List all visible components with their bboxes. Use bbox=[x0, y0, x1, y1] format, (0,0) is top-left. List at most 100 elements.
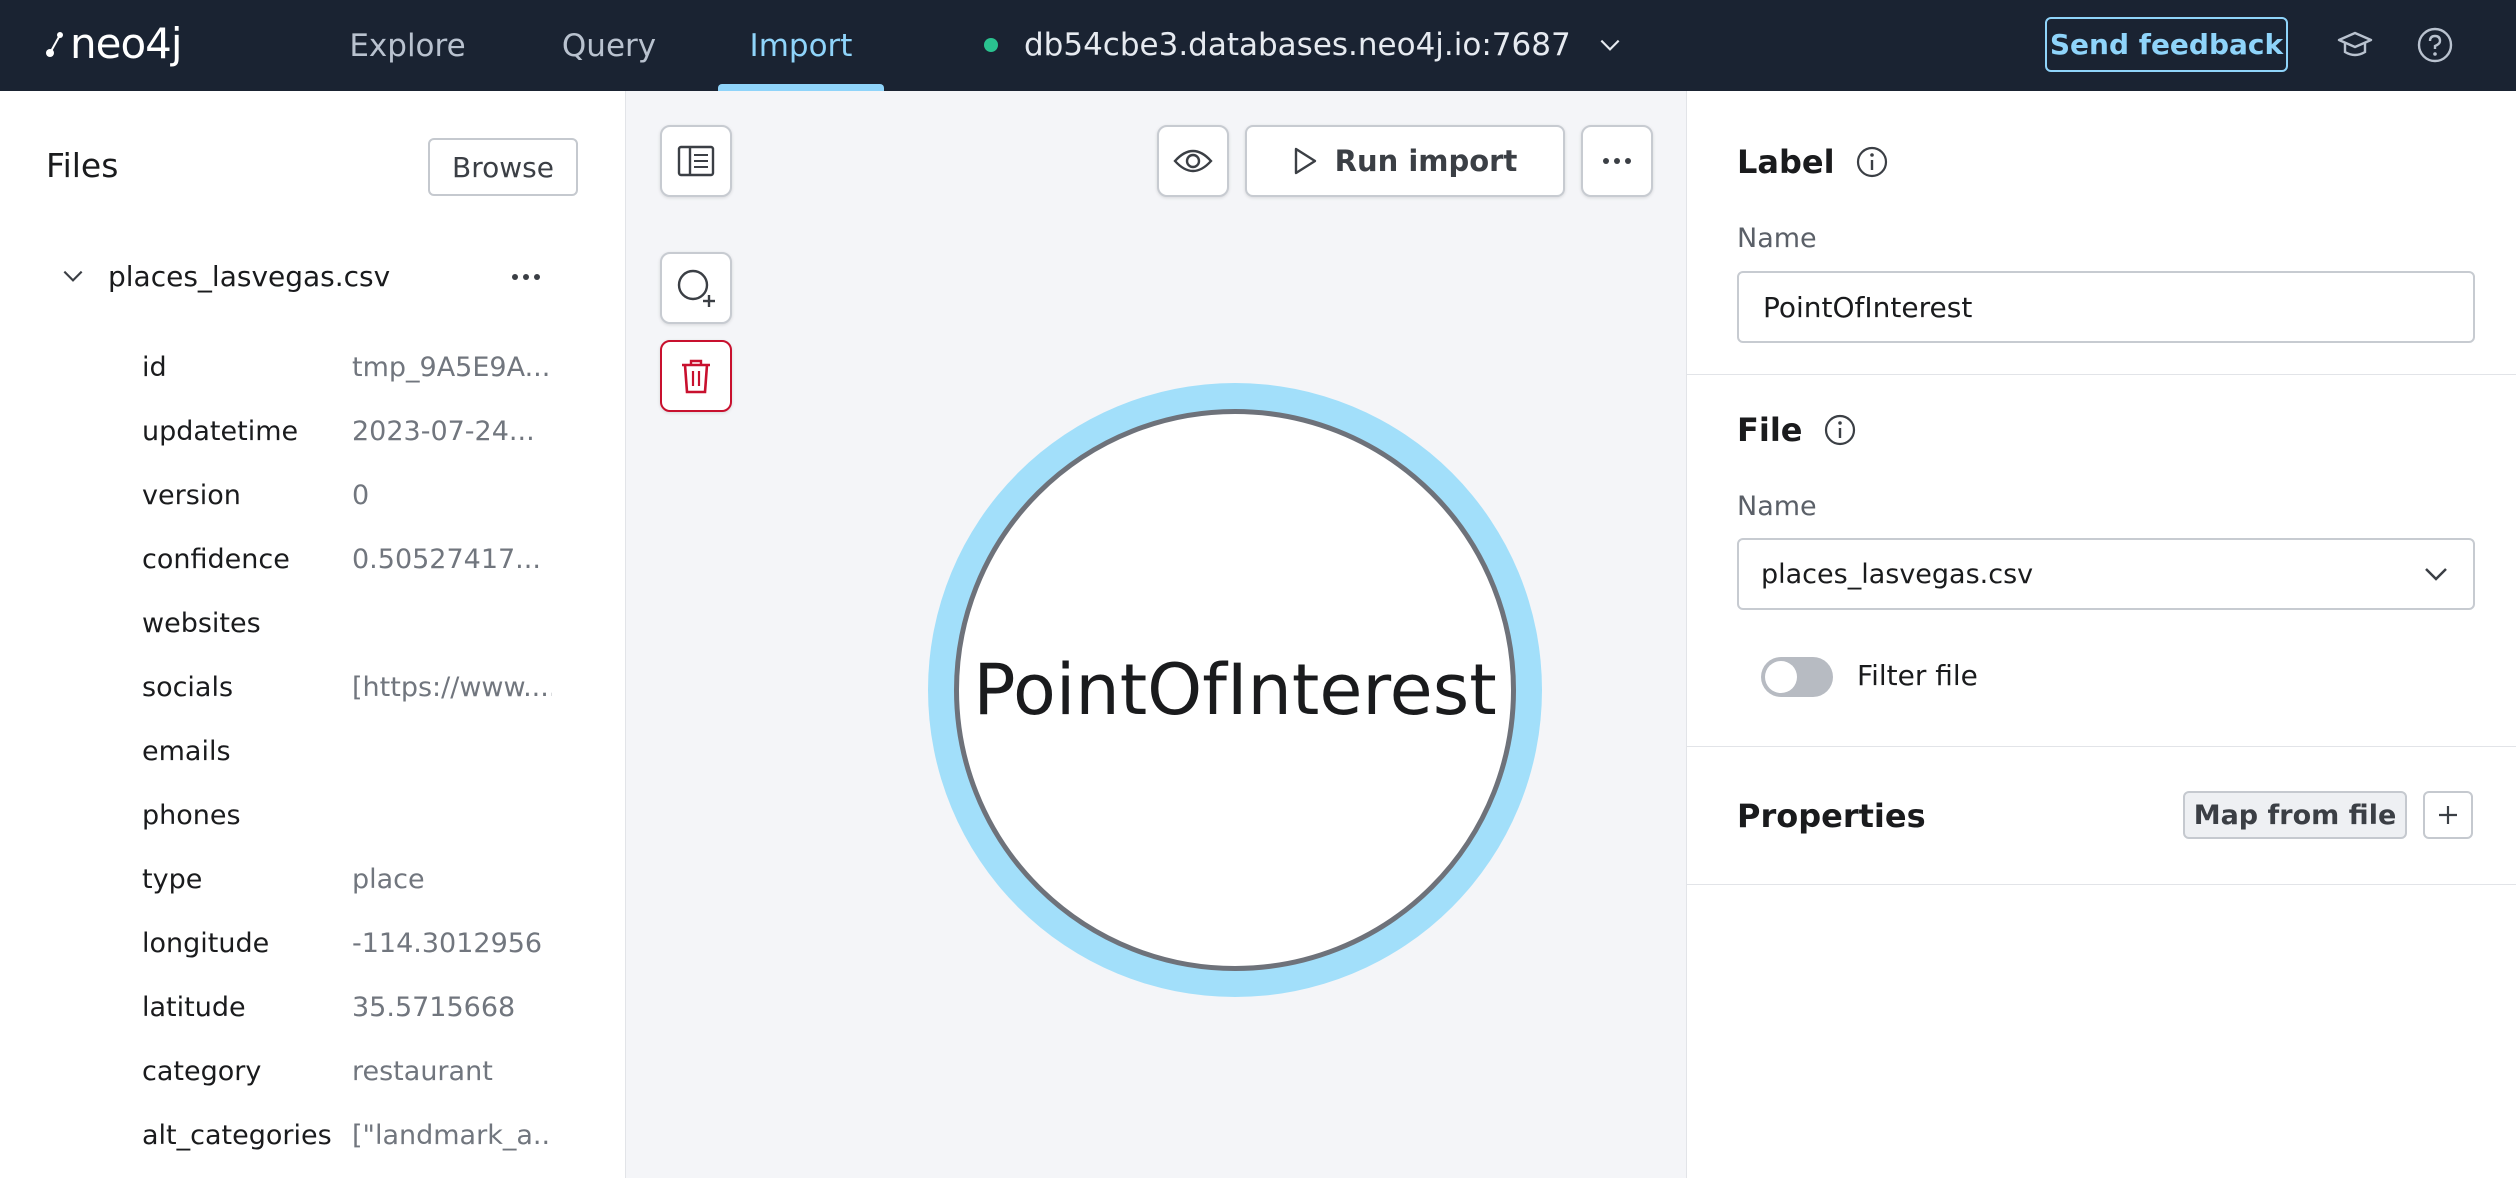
more-options-button[interactable] bbox=[1581, 125, 1653, 197]
node-label: PointOfInterest bbox=[973, 649, 1497, 731]
label-section-title: Label bbox=[1737, 143, 1889, 181]
top-navigation-bar: neo4j Explore Query Import db54cbe3.data… bbox=[0, 0, 2516, 91]
file-options-button[interactable] bbox=[506, 259, 546, 295]
file-property-row: type place bbox=[142, 859, 425, 899]
add-node-icon bbox=[677, 269, 715, 307]
chevron-down-icon bbox=[2425, 568, 2447, 581]
file-name: places_lasvegas.csv bbox=[108, 259, 391, 293]
sidebar-panel-icon bbox=[677, 145, 715, 177]
files-title: Files bbox=[46, 146, 119, 185]
file-property-row: websites bbox=[142, 603, 352, 643]
connection-status-indicator bbox=[984, 38, 998, 52]
property-key: id bbox=[142, 351, 167, 383]
help-icon bbox=[2417, 27, 2453, 63]
connection-uri: db54cbe3.databases.neo4j.io:7687 bbox=[1024, 27, 1571, 63]
property-key: latitude bbox=[142, 991, 246, 1023]
property-key: websites bbox=[142, 607, 261, 639]
label-name-input[interactable] bbox=[1737, 271, 2475, 343]
more-horizontal-icon bbox=[512, 274, 540, 280]
graph-canvas[interactable]: Run import PointOfInterest bbox=[626, 91, 1686, 1178]
file-property-row: emails bbox=[142, 731, 352, 771]
play-icon bbox=[1294, 147, 1316, 175]
add-property-button[interactable] bbox=[2423, 791, 2473, 839]
chevron-down-icon bbox=[1600, 39, 1620, 51]
filter-file-label: Filter file bbox=[1857, 659, 1978, 692]
file-property-row: id tmp_9A5E9A... bbox=[142, 347, 550, 387]
label-heading: Label bbox=[1737, 143, 1835, 181]
section-divider bbox=[1687, 746, 2516, 747]
file-name-field-label: Name bbox=[1737, 491, 1817, 522]
property-sample-value: 0 bbox=[352, 479, 370, 511]
file-select-value: places_lasvegas.csv bbox=[1761, 558, 2034, 590]
property-key: longitude bbox=[142, 927, 270, 959]
file-property-row: confidence 0.50527417... bbox=[142, 539, 541, 579]
info-icon[interactable] bbox=[1855, 145, 1889, 179]
label-name-field-label: Name bbox=[1737, 223, 1817, 254]
trash-icon bbox=[682, 359, 710, 394]
preview-button[interactable] bbox=[1157, 125, 1229, 197]
connection-selector[interactable]: db54cbe3.databases.neo4j.io:7687 bbox=[984, 20, 1623, 70]
chevron-down-icon[interactable] bbox=[60, 263, 86, 289]
logo-text: neo4j bbox=[70, 18, 183, 68]
property-sample-value: 2023-07-24... bbox=[352, 415, 535, 447]
property-key: type bbox=[142, 863, 203, 895]
section-divider bbox=[1687, 884, 2516, 885]
file-property-row: version 0 bbox=[142, 475, 369, 515]
file-property-row: category restaurant bbox=[142, 1051, 493, 1091]
file-property-row: alt_categories ["landmark_a... bbox=[142, 1115, 552, 1155]
eye-icon bbox=[1173, 149, 1213, 173]
property-sample-value: -114.3012956 bbox=[352, 927, 543, 959]
info-icon[interactable] bbox=[1823, 413, 1857, 447]
details-panel: Label Name File Name places_lasvegas.csv… bbox=[1686, 91, 2516, 1178]
neo4j-logo[interactable]: neo4j bbox=[44, 18, 183, 68]
tab-query[interactable]: Query bbox=[548, 0, 670, 91]
map-from-file-button[interactable]: Map from file bbox=[2183, 791, 2407, 839]
property-key: version bbox=[142, 479, 241, 511]
tab-import[interactable]: Import bbox=[718, 0, 884, 91]
learning-resources-button[interactable] bbox=[2334, 24, 2376, 66]
property-sample-value: ["landmark_a... bbox=[352, 1119, 552, 1151]
toggle-sidebar-button[interactable] bbox=[660, 125, 732, 197]
file-tree-item[interactable]: places_lasvegas.csv bbox=[60, 251, 390, 301]
file-heading: File bbox=[1737, 411, 1803, 449]
run-import-label: Run import bbox=[1334, 144, 1518, 178]
property-sample-value: tmp_9A5E9A... bbox=[352, 351, 551, 383]
property-sample-value: 0.50527417... bbox=[352, 543, 541, 575]
property-key: category bbox=[142, 1055, 262, 1087]
file-property-row: latitude 35.5715668 bbox=[142, 987, 515, 1027]
add-node-button[interactable] bbox=[660, 252, 732, 324]
run-import-button[interactable]: Run import bbox=[1245, 125, 1565, 197]
files-panel: Files Browse places_lasvegas.csv id tmp_9… bbox=[0, 91, 626, 1178]
property-key: emails bbox=[142, 735, 231, 767]
properties-heading: Properties bbox=[1737, 797, 1926, 835]
filter-file-toggle[interactable] bbox=[1761, 657, 1833, 697]
file-property-row: socials [https://www.... bbox=[142, 667, 552, 707]
property-key: confidence bbox=[142, 543, 290, 575]
tab-explore[interactable]: Explore bbox=[340, 0, 475, 91]
file-property-row: longitude -114.3012956 bbox=[142, 923, 542, 963]
file-property-row: phones bbox=[142, 795, 352, 835]
property-key: phones bbox=[142, 799, 241, 831]
file-select[interactable]: places_lasvegas.csv bbox=[1737, 538, 2475, 610]
property-sample-value: restaurant bbox=[352, 1055, 493, 1087]
property-sample-value: [https://www.... bbox=[352, 671, 552, 703]
property-key: socials bbox=[142, 671, 234, 703]
property-key: updatetime bbox=[142, 415, 299, 447]
file-section-title: File bbox=[1737, 411, 1857, 449]
file-property-row: updatetime 2023-07-24... bbox=[142, 411, 535, 451]
section-divider bbox=[1687, 374, 2516, 375]
more-horizontal-icon bbox=[1603, 158, 1631, 164]
property-sample-value: 35.5715668 bbox=[352, 991, 516, 1023]
graph-node-selected[interactable]: PointOfInterest bbox=[928, 383, 1542, 997]
graduation-cap-icon bbox=[2337, 31, 2373, 57]
send-feedback-button[interactable]: Send feedback bbox=[2045, 17, 2288, 72]
help-button[interactable] bbox=[2414, 24, 2456, 66]
delete-button[interactable] bbox=[660, 340, 732, 412]
properties-section-title: Properties bbox=[1737, 797, 1926, 835]
graph-node[interactable]: PointOfInterest bbox=[954, 409, 1516, 971]
plus-icon bbox=[2439, 806, 2457, 824]
neo4j-logo-icon bbox=[46, 32, 63, 57]
property-sample-value: place bbox=[352, 863, 425, 895]
property-key: alt_categories bbox=[142, 1119, 332, 1151]
browse-button[interactable]: Browse bbox=[428, 138, 578, 196]
